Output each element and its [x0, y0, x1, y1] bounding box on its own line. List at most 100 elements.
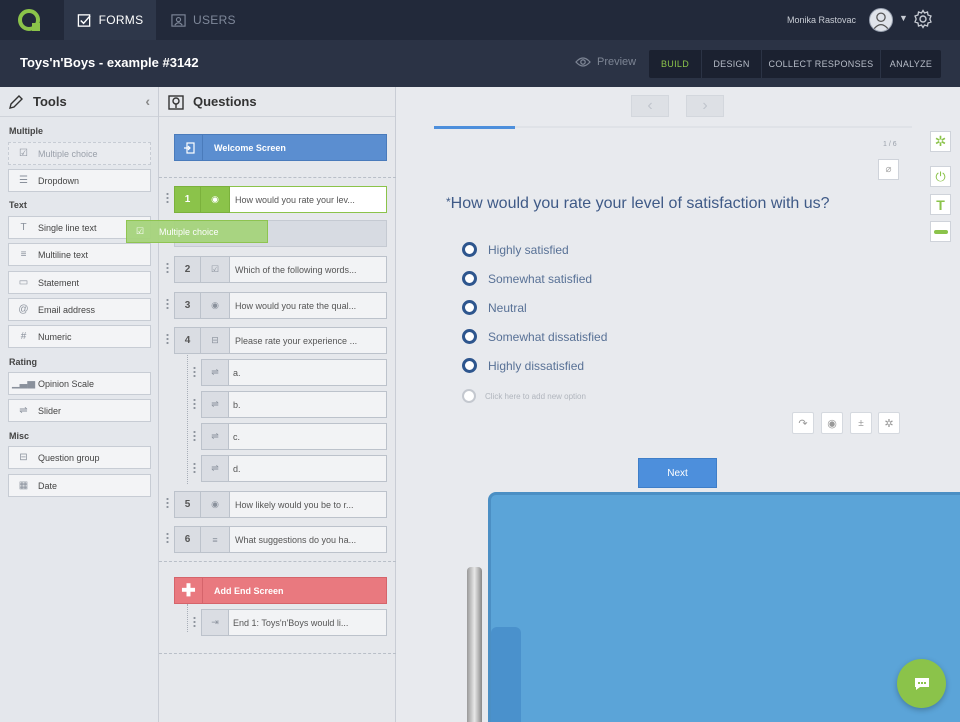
- tool-date[interactable]: ▦ Date: [8, 474, 151, 497]
- question-text: How would you rate the qual...: [230, 292, 387, 319]
- visibility-button[interactable]: ◉: [821, 412, 843, 434]
- drag-ghost-multiple-choice[interactable]: ☑ Multiple choice: [126, 220, 268, 243]
- question-number: 2: [174, 256, 201, 283]
- next-page-button[interactable]: ›: [686, 95, 724, 117]
- settings-gear-icon[interactable]: [913, 9, 933, 29]
- preview-button[interactable]: Preview: [575, 56, 636, 68]
- progress-bar: [434, 126, 912, 129]
- group-connector: [187, 604, 188, 632]
- question-row[interactable]: 6 ≡ What suggestions do you ha...: [174, 526, 387, 553]
- eye-icon: ◉: [827, 417, 837, 430]
- question-row[interactable]: 3 ◉ How would you rate the qual...: [174, 292, 387, 319]
- mode-tab-label: ANALYZE: [889, 59, 933, 69]
- drag-handle-icon[interactable]: [193, 366, 196, 377]
- tool-label: Dropdown: [38, 175, 80, 186]
- typography-button[interactable]: T: [930, 194, 951, 215]
- drag-handle-icon[interactable]: [166, 532, 169, 543]
- app-logo-icon[interactable]: [17, 8, 43, 34]
- question-row[interactable]: 1 ◉ How would you rate your lev...: [174, 186, 387, 213]
- question-row[interactable]: 5 ◉ How likely would you be to r...: [174, 491, 387, 518]
- sub-question-row[interactable]: ⇌ c.: [201, 423, 387, 450]
- question-text: How would you rate your lev...: [230, 186, 387, 213]
- tool-dropdown[interactable]: ☰ Dropdown: [8, 169, 151, 192]
- tools-header: Tools ‹: [0, 87, 158, 117]
- tool-question-group[interactable]: ⊟ Question group: [8, 446, 151, 469]
- tool-slider[interactable]: ⇌ Slider: [8, 399, 151, 422]
- radio-button[interactable]: [462, 329, 477, 344]
- radio-button[interactable]: [462, 271, 477, 286]
- drag-handle-icon[interactable]: [193, 616, 196, 627]
- drag-handle-icon[interactable]: [193, 430, 196, 441]
- power-toggle-button[interactable]: ⏻: [930, 166, 951, 187]
- redo-arrow-icon: ↷: [798, 417, 808, 430]
- question-number: 5: [174, 491, 201, 518]
- tool-numeric[interactable]: # Numeric: [8, 325, 151, 348]
- add-option-row[interactable]: Click here to add new option: [462, 389, 586, 403]
- drag-handle-icon[interactable]: [166, 497, 169, 508]
- mode-tab-collect-responses[interactable]: COLLECT RESPONSES: [761, 50, 880, 78]
- sub-question-row[interactable]: ⇌ b.: [201, 391, 387, 418]
- answer-option[interactable]: Neutral: [462, 300, 527, 315]
- nav-tab-users[interactable]: USERS: [171, 0, 236, 40]
- gear-icon: ✲: [934, 133, 947, 149]
- sub-question-row[interactable]: ⇌ d.: [201, 455, 387, 482]
- radio-button[interactable]: [462, 358, 477, 373]
- tool-statement[interactable]: ▭ Statement: [8, 271, 151, 294]
- drag-handle-icon[interactable]: [166, 262, 169, 273]
- attachment-button[interactable]: ⌀: [878, 159, 899, 180]
- welcome-screen-button[interactable]: Welcome Screen: [174, 134, 387, 161]
- next-button[interactable]: Next: [638, 458, 717, 488]
- eye-icon: [575, 57, 591, 67]
- drag-handle-icon[interactable]: [193, 462, 196, 473]
- sub-question-row[interactable]: ⇌ a.: [201, 359, 387, 386]
- mode-tab-design[interactable]: DESIGN: [701, 50, 761, 78]
- layout-toggle-button[interactable]: [930, 221, 951, 242]
- drag-handle-icon[interactable]: [166, 192, 169, 203]
- avatar[interactable]: [869, 8, 893, 32]
- bar-chart-icon: ▁▃▅: [11, 378, 36, 389]
- prev-page-button[interactable]: ‹: [631, 95, 669, 117]
- question-row[interactable]: 4 ⊟ Please rate your experience ...: [174, 327, 387, 354]
- nav-tab-forms[interactable]: FORMS: [64, 0, 156, 40]
- tool-multiple-choice: ☑ Multiple choice: [8, 142, 151, 165]
- gear-icon: ✲: [884, 417, 894, 430]
- at-icon: @: [18, 304, 29, 315]
- skip-logic-button[interactable]: ↷: [792, 412, 814, 434]
- tool-label: Numeric: [38, 331, 72, 342]
- tools-title: Tools: [33, 94, 67, 109]
- radio-button[interactable]: [462, 300, 477, 315]
- answer-option-label: Somewhat satisfied: [488, 271, 593, 286]
- question-number: 6: [174, 526, 201, 553]
- answer-option[interactable]: Highly satisfied: [462, 242, 569, 257]
- drag-handle-icon[interactable]: [166, 298, 169, 309]
- collapse-chevron-icon[interactable]: ‹: [145, 93, 150, 109]
- mode-tab-build[interactable]: BUILD: [649, 50, 701, 78]
- tool-opinion-scale[interactable]: ▁▃▅ Opinion Scale: [8, 372, 151, 395]
- question-row[interactable]: 2 ☑ Which of the following words...: [174, 256, 387, 283]
- radio-placeholder: [462, 389, 476, 403]
- tool-multiline-text[interactable]: ≡ Multiline text: [8, 243, 151, 266]
- form-settings-button[interactable]: ✲: [930, 131, 951, 152]
- forms-icon: [77, 13, 91, 27]
- question-settings-button[interactable]: ✲: [878, 412, 900, 434]
- chevron-down-icon[interactable]: ▼: [899, 13, 908, 23]
- answer-option[interactable]: Somewhat satisfied: [462, 271, 592, 286]
- background-notebook-strap: [491, 627, 521, 722]
- tool-label: Single line text: [38, 222, 97, 233]
- drag-handle-icon[interactable]: [166, 333, 169, 344]
- chat-button[interactable]: [897, 659, 946, 708]
- question-text: What suggestions do you ha...: [230, 526, 387, 553]
- end-screen-row[interactable]: ⇥ End 1: Toys'n'Boys would li...: [201, 609, 387, 636]
- drag-handle-icon[interactable]: [193, 398, 196, 409]
- radio-button[interactable]: [462, 242, 477, 257]
- questions-map-icon: [168, 94, 184, 110]
- answer-option[interactable]: Highly dissatisfied: [462, 358, 584, 373]
- checkbox-icon: ☑: [19, 148, 28, 159]
- tool-email-address[interactable]: @ Email address: [8, 298, 151, 321]
- calculator-button[interactable]: ±: [850, 412, 872, 434]
- question-title-text: How would you rate your level of satisfa…: [450, 195, 830, 212]
- question-number: 4: [174, 327, 201, 354]
- add-end-screen-button[interactable]: ✚ Add End Screen: [174, 577, 387, 604]
- answer-option[interactable]: Somewhat dissatisfied: [462, 329, 607, 344]
- mode-tab-analyze[interactable]: ANALYZE: [880, 50, 941, 78]
